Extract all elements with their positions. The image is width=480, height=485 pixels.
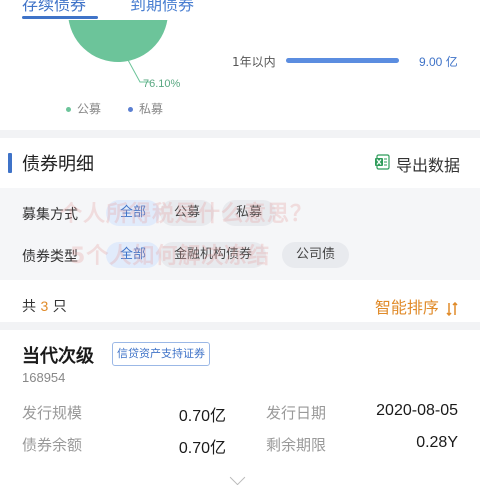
chip-type-financial[interactable]: 金融机构债券 <box>160 242 267 268</box>
chip-raise-public[interactable]: 公募 <box>160 200 215 226</box>
legend-private-label: 私募 <box>139 102 164 116</box>
section-title: 债券明细 <box>22 154 94 175</box>
issue-date-value: 2020-08-05 <box>376 402 458 419</box>
balance-label: 债券余额 <box>22 436 83 454</box>
chip-type-all[interactable]: 全部 <box>106 242 161 268</box>
bond-type-tag: 信贷资产支持证券 <box>112 342 210 366</box>
excel-icon <box>374 154 390 170</box>
balance-value: 0.70亿 <box>178 440 226 457</box>
filter-row-bond-type: 债券类型 全部 金融机构债券 公司债 <box>0 238 480 272</box>
remaining-term-value: 0.28Y <box>416 434 458 451</box>
result-count-prefix: 共 <box>22 299 36 315</box>
legend-private-dot <box>128 107 133 112</box>
chip-raise-private[interactable]: 私募 <box>222 200 277 226</box>
filter-panel: 募集方式 全部 公募 私募 债券类型 全部 金融机构债券 公司债 <box>0 188 480 280</box>
tab-matured-bonds[interactable]: 到期债券 <box>130 0 194 16</box>
legend-public: 公募 <box>66 100 101 117</box>
expand-chevron-icon[interactable] <box>229 469 246 485</box>
maturity-bar-fill <box>286 58 399 63</box>
bond-distribution-panel: 76.10% 公募 私募 1年以内 9.00 亿 <box>0 20 480 130</box>
smart-sort-label: 智能排序 <box>374 298 439 317</box>
filter-row-raise-method: 募集方式 全部 公募 私募 <box>0 196 480 230</box>
public-percent-label: 76.10% <box>143 78 181 90</box>
pie-slice-public <box>68 20 168 62</box>
filter-label-bond-type: 债券类型 <box>22 249 78 265</box>
bond-name: 当代次级 <box>22 346 94 367</box>
maturity-bar-row: 1年以内 9.00 亿 <box>232 51 472 71</box>
public-private-pie-chart <box>68 20 168 83</box>
legend-private: 私募 <box>128 100 163 117</box>
chip-raise-all[interactable]: 全部 <box>106 200 161 226</box>
sort-arrows-icon <box>446 301 458 316</box>
maturity-bar-value: 9.00 亿 <box>419 55 458 69</box>
issue-size-label: 发行规模 <box>22 404 83 422</box>
result-summary-row: 共 3 只 智能排序 <box>0 288 480 322</box>
legend-public-label: 公募 <box>77 102 102 116</box>
maturity-bar-track <box>286 58 399 63</box>
issue-size-value: 0.70亿 <box>178 408 226 425</box>
export-data-label: 导出数据 <box>395 156 460 175</box>
section-divider <box>0 130 480 138</box>
tab-active-bonds[interactable]: 存续债券 <box>22 0 86 16</box>
result-count-suffix: 只 <box>52 299 67 315</box>
remaining-term-label: 剩余期限 <box>266 436 327 454</box>
result-count: 共 3 只 <box>22 296 67 316</box>
bond-card[interactable]: 当代次级 信贷资产支持证券 168954 发行规模 0.70亿 发行日期 202… <box>0 330 480 485</box>
bond-detail-header: 债券明细 导出数据 <box>0 138 480 188</box>
maturity-bar-label: 1年以内 <box>232 55 276 69</box>
section-accent-bar <box>8 153 12 173</box>
legend-public-dot <box>66 107 71 112</box>
bond-code: 168954 <box>22 370 66 385</box>
filter-label-raise-method: 募集方式 <box>22 207 78 223</box>
smart-sort-button[interactable]: 智能排序 <box>375 294 458 318</box>
export-data-button[interactable]: 导出数据 <box>374 152 460 176</box>
bond-tabs: 存续债券 到期债券 <box>0 0 480 20</box>
issue-date-label: 发行日期 <box>266 404 327 422</box>
chip-type-corporate[interactable]: 公司债 <box>282 242 350 268</box>
tab-underline <box>22 16 98 19</box>
list-divider <box>0 322 480 330</box>
result-count-number: 3 <box>40 298 49 314</box>
